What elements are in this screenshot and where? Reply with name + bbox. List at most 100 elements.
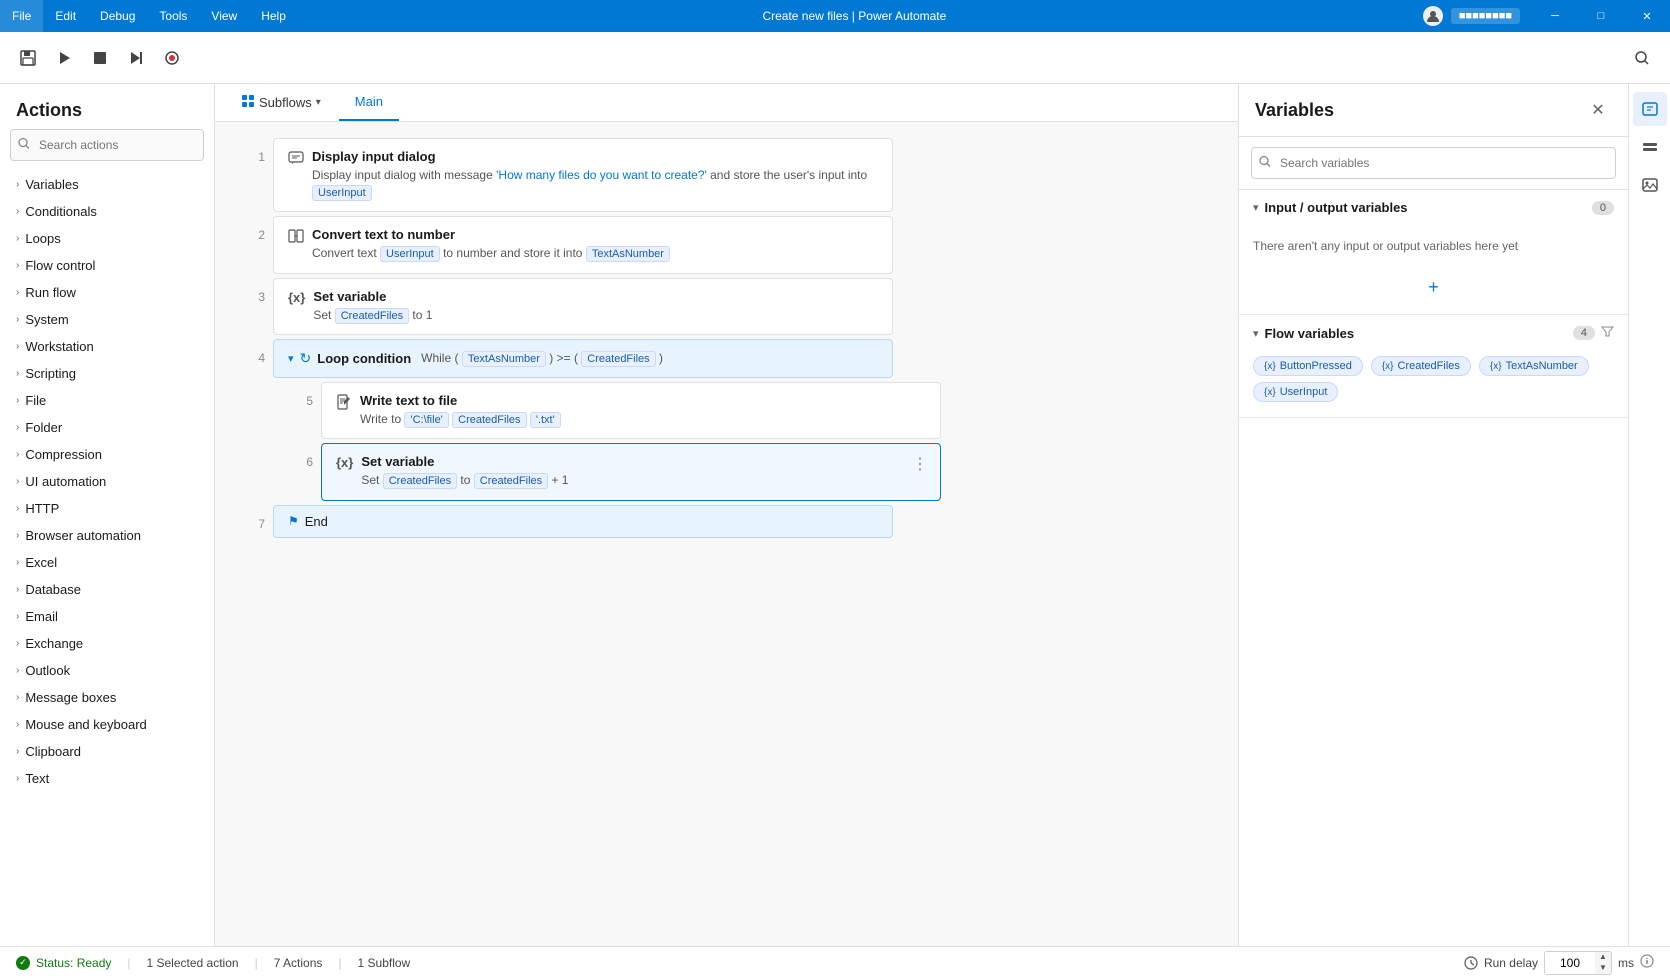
action-item-label: System: [25, 312, 68, 327]
step-5-title: Write text to file: [360, 393, 926, 408]
actions-search-container: [10, 129, 204, 161]
action-item-ui-automation[interactable]: › UI automation: [0, 468, 214, 495]
menu-tools[interactable]: Tools: [147, 0, 199, 32]
action-item-run-flow[interactable]: › Run flow: [0, 279, 214, 306]
end-card[interactable]: ⚑ End: [273, 505, 893, 538]
step-2-content: Convert text to number Convert text User…: [312, 227, 878, 262]
close-button[interactable]: ✕: [1624, 0, 1670, 32]
save-button[interactable]: [12, 42, 44, 74]
convert-icon: [288, 228, 304, 247]
loop-collapse-icon[interactable]: ▾: [288, 352, 294, 365]
run-delay-down-button[interactable]: ▼: [1595, 963, 1611, 974]
variables-sidebar-button[interactable]: [1633, 92, 1667, 126]
action-item-folder[interactable]: › Folder: [0, 414, 214, 441]
step-card-2[interactable]: Convert text to number Convert text User…: [273, 216, 893, 273]
run-delay-up-button[interactable]: ▲: [1595, 952, 1611, 963]
flow-section-header[interactable]: ▾ Flow variables 4: [1239, 315, 1628, 349]
step-5-var2: CreatedFiles: [452, 412, 526, 428]
step-6-content: Set variable Set CreatedFiles to Created…: [361, 454, 926, 489]
action-item-system[interactable]: › System: [0, 306, 214, 333]
loop-refresh-icon: ↻: [300, 350, 312, 367]
action-item-scripting[interactable]: › Scripting: [0, 360, 214, 387]
step-5-desc: Write to 'C:\file' CreatedFiles '.txt': [360, 411, 926, 428]
subflows-chevron-icon: ▾: [316, 97, 321, 108]
menu-help[interactable]: Help: [249, 0, 298, 32]
filter-icon[interactable]: [1601, 325, 1614, 341]
search-actions-input[interactable]: [10, 129, 204, 161]
action-item-file[interactable]: › File: [0, 387, 214, 414]
maximize-button[interactable]: □: [1578, 0, 1624, 32]
action-item-http[interactable]: › HTTP: [0, 495, 214, 522]
search-variables-input[interactable]: [1251, 147, 1616, 179]
menu-file[interactable]: File: [0, 0, 43, 32]
run-delay-arrows: ▲ ▼: [1595, 952, 1611, 974]
action-item-mouse-keyboard[interactable]: › Mouse and keyboard: [0, 711, 214, 738]
chevron-icon: ›: [16, 260, 19, 271]
action-item-compression[interactable]: › Compression: [0, 441, 214, 468]
action-item-text[interactable]: › Text: [0, 765, 214, 792]
action-item-label: Variables: [25, 177, 78, 192]
step-number-2: 2: [235, 216, 265, 242]
minimize-button[interactable]: ─: [1532, 0, 1578, 32]
menu-view[interactable]: View: [199, 0, 249, 32]
action-item-excel[interactable]: › Excel: [0, 549, 214, 576]
chevron-icon: ›: [16, 314, 19, 325]
status-dot-icon: [16, 956, 30, 970]
action-item-browser-automation[interactable]: › Browser automation: [0, 522, 214, 549]
var-chip-buttonpressed[interactable]: {x} ButtonPressed: [1253, 356, 1363, 376]
run-button[interactable]: [48, 42, 80, 74]
write-file-icon: [336, 394, 352, 413]
info-icon[interactable]: [1640, 954, 1654, 971]
search-button[interactable]: [1626, 42, 1658, 74]
record-button[interactable]: [156, 42, 188, 74]
chevron-icon: ›: [16, 368, 19, 379]
run-delay-group: Run delay ▲ ▼ ms: [1464, 951, 1654, 975]
action-item-email[interactable]: › Email: [0, 603, 214, 630]
chevron-icon: ›: [16, 503, 19, 514]
action-item-variables[interactable]: › Variables: [0, 171, 214, 198]
selected-actions-count: 1 Selected action: [147, 956, 239, 970]
subflows-label: Subflows: [259, 95, 312, 110]
action-item-message-boxes[interactable]: › Message boxes: [0, 684, 214, 711]
menu-debug[interactable]: Debug: [88, 0, 147, 32]
close-variables-button[interactable]: ✕: [1584, 96, 1612, 124]
action-item-exchange[interactable]: › Exchange: [0, 630, 214, 657]
chevron-icon: ›: [16, 476, 19, 487]
step-6-var2: CreatedFiles: [474, 473, 548, 489]
run-delay-unit: ms: [1618, 956, 1634, 970]
step-1-title: Display input dialog: [312, 149, 878, 164]
subflows-button[interactable]: Subflows ▾: [231, 86, 331, 119]
var-chip-textasnumber[interactable]: {x} TextAsNumber: [1479, 356, 1589, 376]
menu-edit[interactable]: Edit: [43, 0, 88, 32]
step-card-5[interactable]: Write text to file Write to 'C:\file' Cr…: [321, 382, 941, 439]
io-section-header[interactable]: ▾ Input / output variables 0: [1239, 190, 1628, 223]
image-sidebar-button[interactable]: [1633, 168, 1667, 202]
step-card-1[interactable]: Display input dialog Display input dialo…: [273, 138, 893, 212]
action-item-clipboard[interactable]: › Clipboard: [0, 738, 214, 765]
action-item-conditionals[interactable]: › Conditionals: [0, 198, 214, 225]
step-number-1: 1: [235, 138, 265, 164]
next-button[interactable]: [120, 42, 152, 74]
action-item-workstation[interactable]: › Workstation: [0, 333, 214, 360]
loop-card[interactable]: ▾ ↻ Loop condition While ( TextAsNumber …: [273, 339, 893, 378]
tab-main[interactable]: Main: [339, 84, 399, 121]
var-chip-userinput[interactable]: {x} UserInput: [1253, 382, 1338, 402]
step-number-3: 3: [235, 278, 265, 304]
add-io-variable-button[interactable]: +: [1239, 269, 1628, 306]
var-chip-createdfiles[interactable]: {x} CreatedFiles: [1371, 356, 1471, 376]
action-item-loops[interactable]: › Loops: [0, 225, 214, 252]
step-1-link[interactable]: 'How many files do you want to create?': [496, 168, 707, 182]
step-card-3[interactable]: {x} Set variable Set CreatedFiles to 1: [273, 278, 893, 335]
run-delay-input[interactable]: [1545, 952, 1595, 974]
action-item-label: Workstation: [25, 339, 93, 354]
set-var-icon: {x}: [336, 455, 353, 470]
action-item-outlook[interactable]: › Outlook: [0, 657, 214, 684]
status-ready: Status: Ready: [16, 956, 111, 970]
step-card-6[interactable]: {x} Set variable Set CreatedFiles to Cre…: [321, 443, 941, 500]
layers-sidebar-button[interactable]: [1633, 130, 1667, 164]
stop-button[interactable]: [84, 42, 116, 74]
action-item-flow-control[interactable]: › Flow control: [0, 252, 214, 279]
action-item-database[interactable]: › Database: [0, 576, 214, 603]
step-5-var1: 'C:\file': [404, 412, 448, 428]
step-more-button[interactable]: ⋮: [908, 452, 932, 476]
